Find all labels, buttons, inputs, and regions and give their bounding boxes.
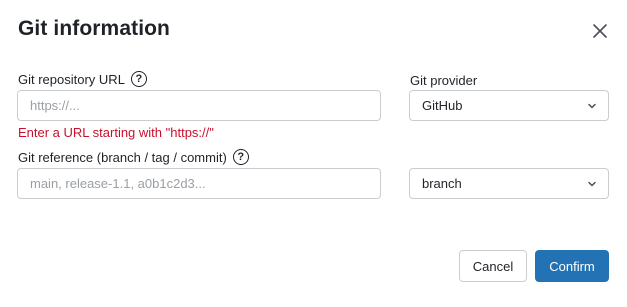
close-button[interactable] xyxy=(591,22,609,40)
chevron-down-icon xyxy=(588,181,596,186)
repo-url-label: Git repository URL xyxy=(18,71,125,87)
reference-input[interactable] xyxy=(17,168,381,199)
close-icon xyxy=(593,24,607,38)
help-icon[interactable]: ? xyxy=(130,71,147,87)
reference-type-selected-value: branch xyxy=(422,176,462,191)
reference-type-select[interactable]: branch xyxy=(409,168,609,199)
reference-label-row: Git reference (branch / tag / commit) ? xyxy=(18,149,249,165)
provider-label: Git provider xyxy=(410,73,478,88)
confirm-button[interactable]: Confirm xyxy=(535,250,609,282)
git-information-dialog: Git information Git repository URL ? Ent… xyxy=(0,0,627,307)
repo-url-error: Enter a URL starting with "https://" xyxy=(18,125,214,140)
chevron-down-icon xyxy=(588,103,596,108)
dialog-title: Git information xyxy=(18,17,170,40)
cancel-button[interactable]: Cancel xyxy=(459,250,527,282)
repo-url-label-row: Git repository URL ? xyxy=(18,71,147,87)
help-icon[interactable]: ? xyxy=(232,149,249,165)
provider-label-row: Git provider xyxy=(410,73,477,88)
reference-label: Git reference (branch / tag / commit) xyxy=(18,149,227,165)
provider-selected-value: GitHub xyxy=(422,98,463,113)
repo-url-input[interactable] xyxy=(17,90,381,121)
provider-select[interactable]: GitHub xyxy=(409,90,609,121)
